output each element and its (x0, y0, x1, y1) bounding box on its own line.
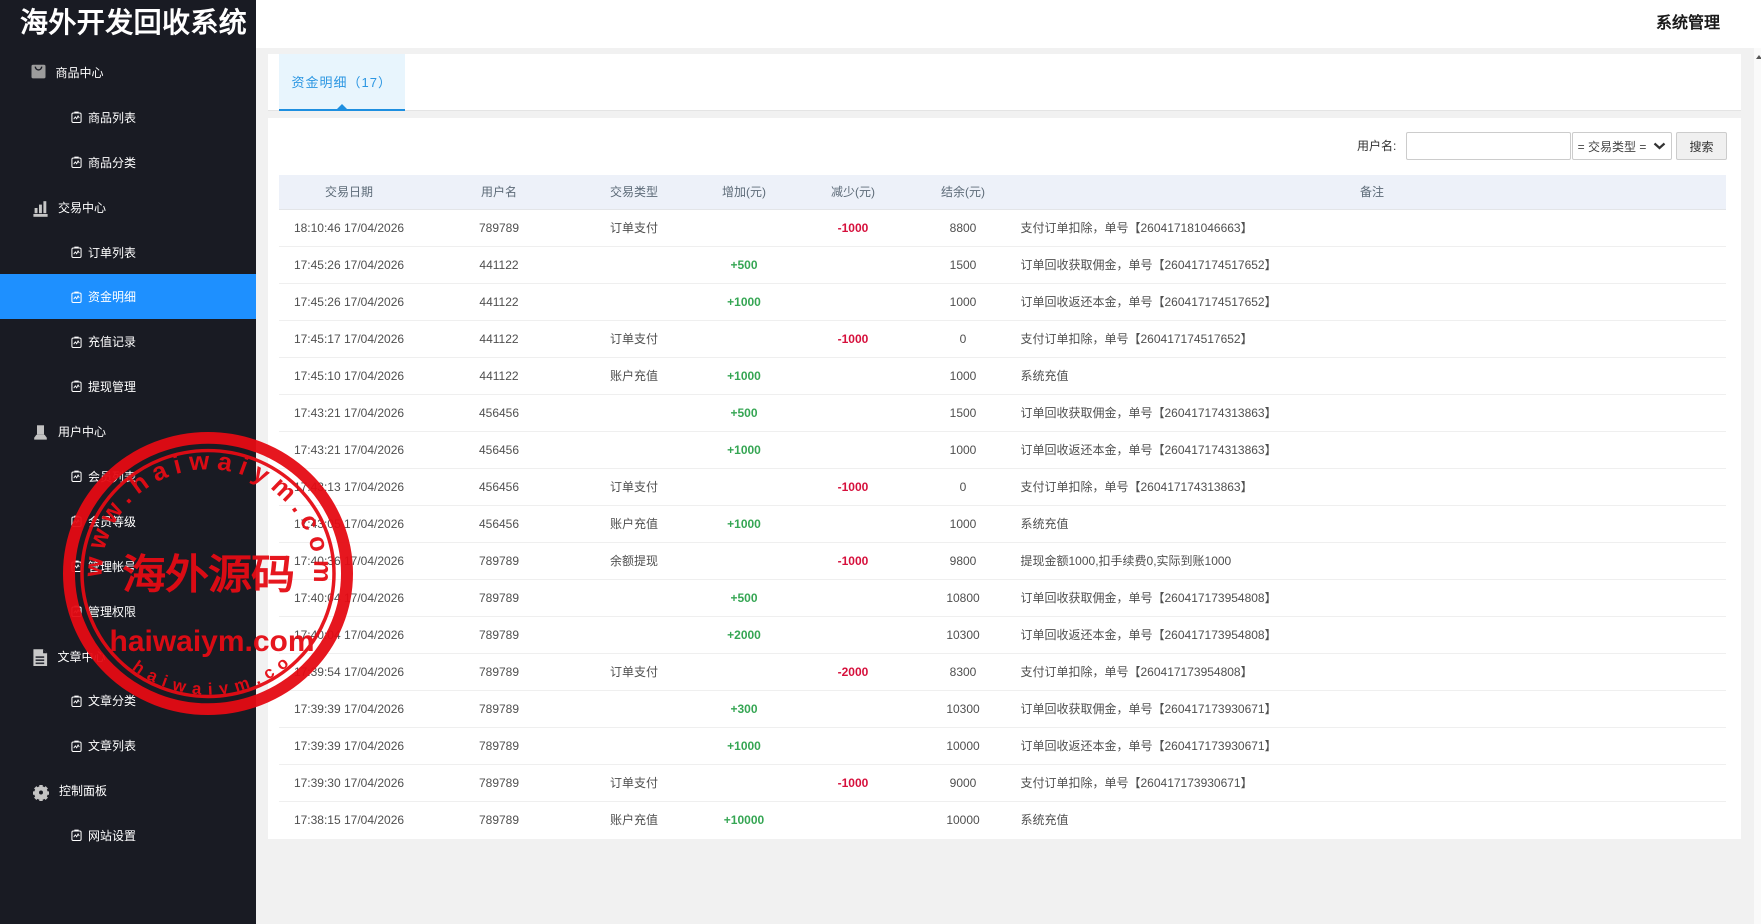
svg-text:海外源码: 海外源码 (122, 552, 294, 597)
